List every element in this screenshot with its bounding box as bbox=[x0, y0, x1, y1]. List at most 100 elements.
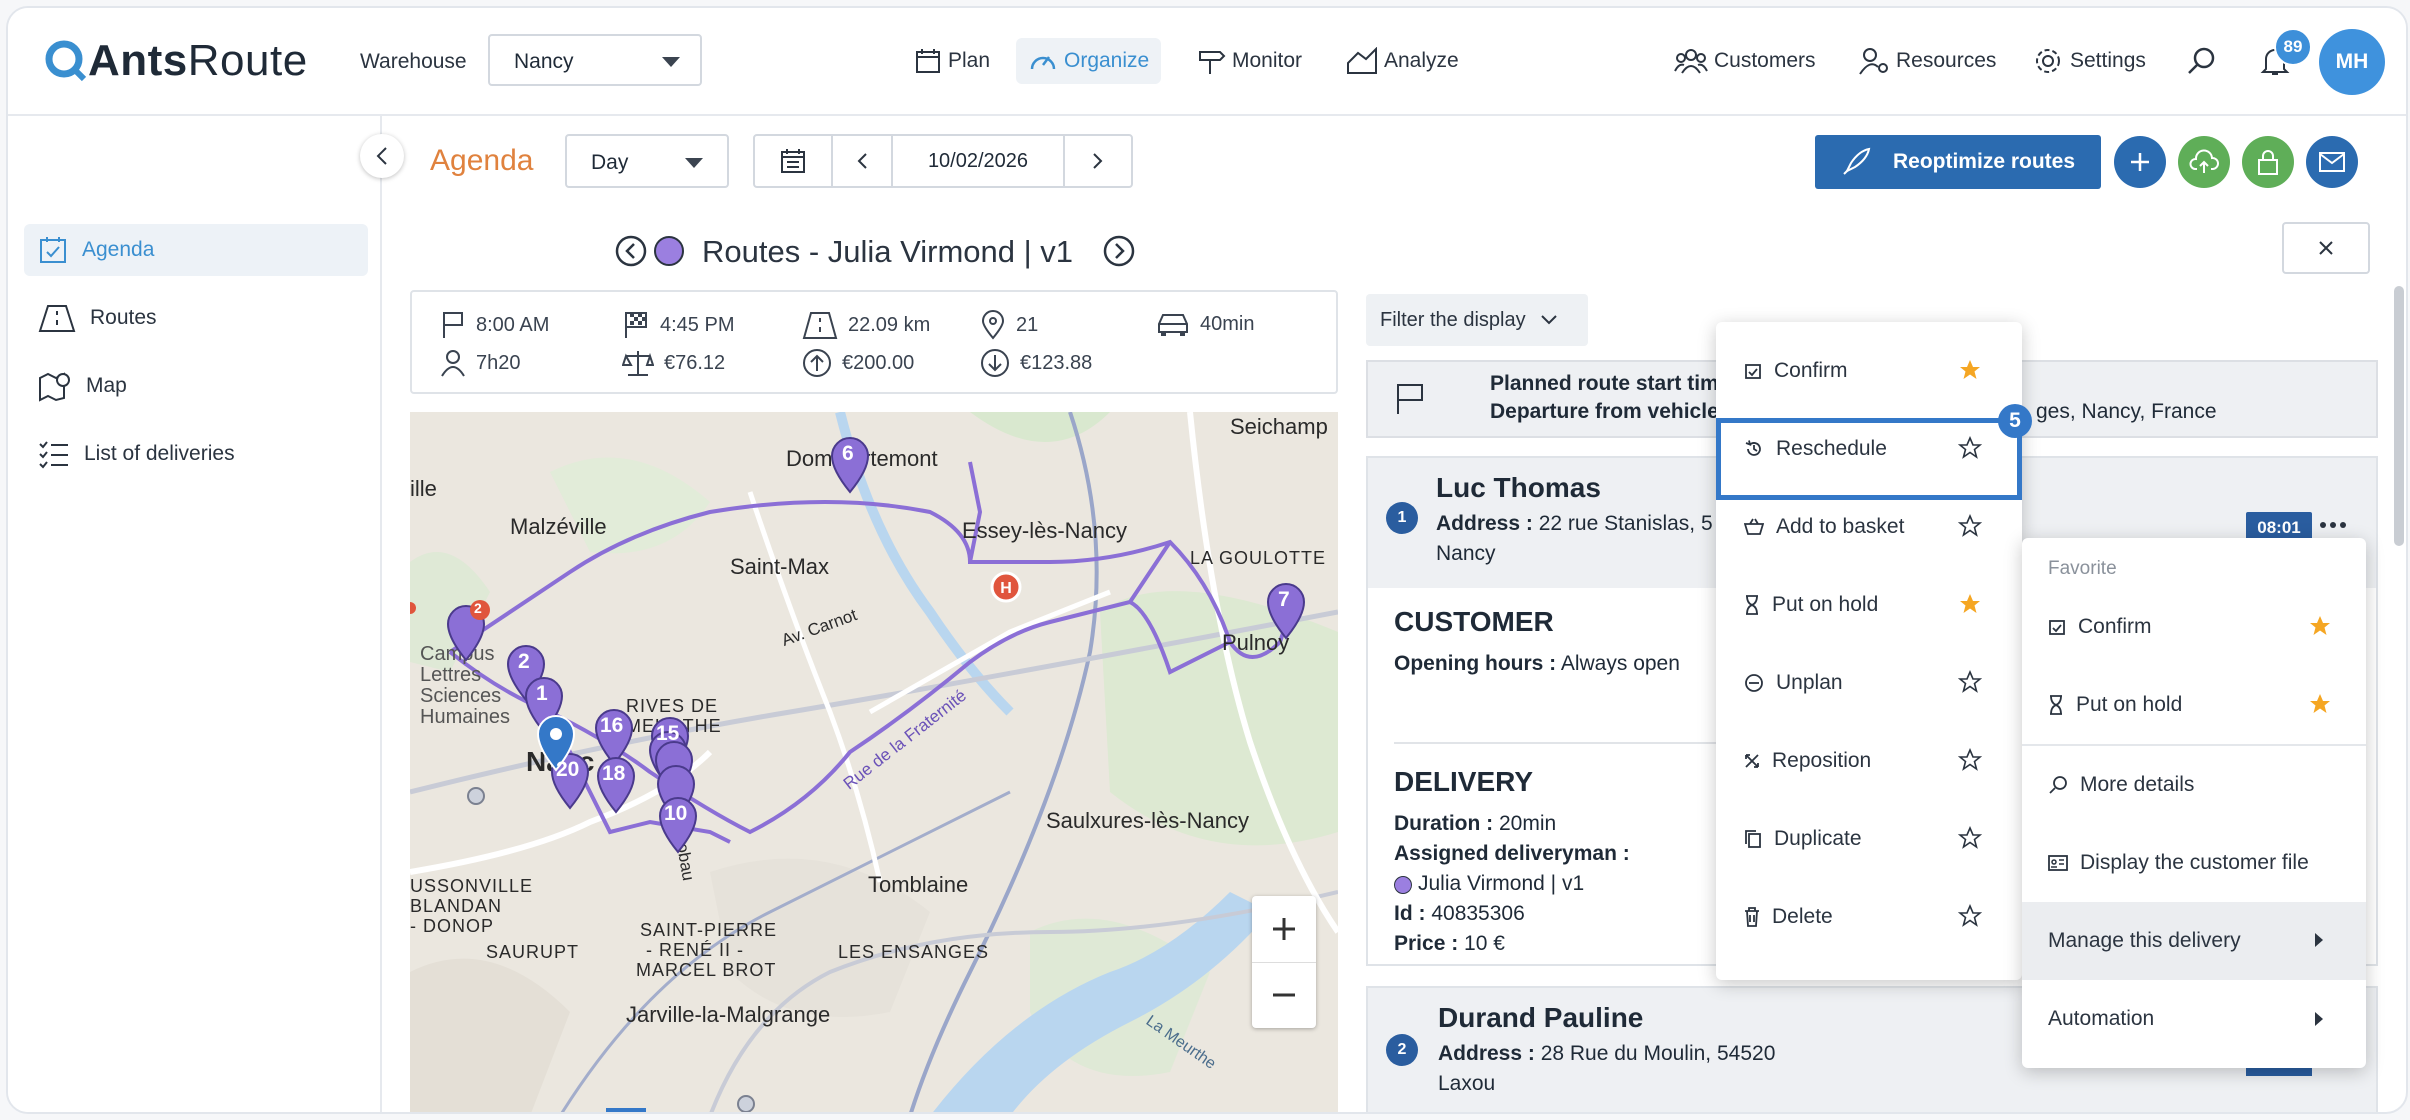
nav-organize[interactable]: Organize bbox=[1016, 38, 1162, 84]
star-filled-icon[interactable] bbox=[1958, 592, 1982, 616]
deliveryman-label: Assigned deliveryman : bbox=[1394, 842, 1630, 865]
zoom-out-button[interactable] bbox=[1252, 962, 1316, 1028]
favorite-header: Favorite bbox=[2048, 558, 2117, 579]
context-item-customer-file[interactable]: Display the customer file bbox=[2022, 828, 2366, 898]
sidebar-item-agenda[interactable]: Agenda bbox=[24, 224, 368, 276]
route-title: Routes - Julia Virmond | v1 bbox=[702, 234, 1074, 269]
chevron-right-icon bbox=[1093, 153, 1103, 169]
sidebar-item-label: Routes bbox=[90, 306, 157, 329]
gear-icon bbox=[2036, 49, 2060, 73]
menu-item-add-to-basket[interactable]: Add to basket bbox=[1716, 492, 2022, 562]
user-avatar[interactable]: MH bbox=[2319, 29, 2385, 95]
opening-hours-value: Always open bbox=[1560, 652, 1680, 675]
location-pin-icon bbox=[981, 310, 1005, 340]
stop-pin-cluster[interactable] bbox=[446, 600, 490, 662]
resources-icon bbox=[1859, 48, 1888, 75]
sidebar-item-list-of-deliveries[interactable]: List of deliveries bbox=[24, 428, 368, 480]
confirm-icon bbox=[2048, 618, 2066, 636]
warehouse-select[interactable]: Nancy bbox=[488, 34, 702, 86]
stat-end-value: 4:45 PM bbox=[660, 313, 735, 336]
previous-route-button[interactable] bbox=[614, 234, 648, 273]
nav-settings[interactable]: Settings bbox=[2032, 38, 2146, 84]
road-icon bbox=[802, 312, 838, 339]
search-button[interactable] bbox=[2186, 38, 2224, 84]
stat-duration: 7h20 bbox=[440, 348, 521, 378]
address-label: Address : bbox=[1436, 512, 1533, 535]
star-outline-icon[interactable] bbox=[1958, 904, 1982, 928]
customer-section-title: CUSTOMER bbox=[1394, 606, 1554, 637]
collapse-sidebar-button[interactable] bbox=[360, 134, 404, 178]
context-item-label: Put on hold bbox=[2076, 693, 2183, 716]
nav-plan[interactable]: Plan bbox=[914, 38, 990, 84]
search-icon bbox=[2188, 47, 2215, 74]
car-icon bbox=[1158, 314, 1188, 336]
person-icon bbox=[441, 350, 465, 377]
next-route-button[interactable] bbox=[1102, 234, 1136, 273]
filter-display-button[interactable]: Filter the display bbox=[1366, 294, 1588, 346]
star-filled-icon[interactable] bbox=[2308, 614, 2332, 638]
menu-item-confirm[interactable]: Confirm bbox=[1716, 336, 2022, 406]
chevron-left-icon bbox=[857, 153, 867, 169]
date-value[interactable]: 10/02/2026 bbox=[893, 136, 1065, 186]
flag-icon bbox=[443, 312, 463, 338]
magnifier-icon bbox=[2048, 775, 2068, 795]
context-item-manage-delivery[interactable]: Manage this delivery bbox=[2022, 902, 2366, 980]
nav-monitor[interactable]: Monitor bbox=[1196, 38, 1302, 84]
context-item-put-on-hold[interactable]: Put on hold bbox=[2022, 670, 2366, 740]
view-select[interactable]: Day bbox=[565, 134, 729, 188]
route-color-dot bbox=[654, 236, 684, 266]
stat-distance: 22.09 km bbox=[802, 310, 930, 340]
menu-item-put-on-hold[interactable]: Put on hold bbox=[1716, 570, 2022, 640]
previous-date-button[interactable] bbox=[833, 136, 893, 186]
zoom-in-button[interactable] bbox=[1252, 896, 1316, 963]
close-route-button[interactable] bbox=[2282, 222, 2370, 274]
sidebar-item-map[interactable]: Map bbox=[24, 360, 368, 412]
lock-button[interactable] bbox=[2242, 136, 2294, 188]
antsroute-logo[interactable]: AntsRoute bbox=[44, 36, 308, 86]
nav-resources-label: Resources bbox=[1896, 49, 1997, 72]
deliveryman-value: Julia Virmond | v1 bbox=[1418, 872, 1585, 895]
sidebar-item-routes[interactable]: Routes bbox=[24, 292, 368, 344]
star-outline-icon[interactable] bbox=[1958, 670, 1982, 694]
next-date-button[interactable] bbox=[1065, 136, 1131, 186]
menu-item-reposition[interactable]: Reposition bbox=[1716, 726, 2022, 796]
pin-label: 1 bbox=[536, 682, 548, 705]
menu-item-label: Confirm bbox=[1774, 359, 1848, 382]
nav-resources[interactable]: Resources bbox=[1858, 38, 1996, 84]
menu-item-unplan[interactable]: Unplan bbox=[1716, 648, 2022, 718]
stat-cost: €76.12 bbox=[622, 348, 725, 378]
price-label: Price : bbox=[1394, 932, 1459, 955]
sidebar-item-label: Map bbox=[86, 374, 127, 397]
route-map[interactable]: H Seichamp Dommartemont ille Malzéville … bbox=[410, 412, 1338, 1112]
panel-scrollbar[interactable] bbox=[2394, 286, 2404, 546]
email-button[interactable] bbox=[2306, 136, 2358, 188]
delivery-context-menu: Favorite Confirm Put on hold More detail… bbox=[2022, 538, 2366, 1068]
star-outline-icon[interactable] bbox=[1958, 514, 1982, 538]
menu-item-delete[interactable]: Delete bbox=[1716, 882, 2022, 952]
address-value: 28 Rue du Moulin, 54520 bbox=[1540, 1042, 1776, 1065]
scale-icon bbox=[622, 351, 654, 376]
calendar-button[interactable] bbox=[755, 136, 833, 186]
cloud-upload-button[interactable] bbox=[2178, 136, 2230, 188]
star-filled-icon[interactable] bbox=[2308, 692, 2332, 716]
chevron-down-icon bbox=[662, 57, 680, 67]
context-item-automation[interactable]: Automation bbox=[2022, 984, 2366, 1054]
add-button[interactable] bbox=[2114, 136, 2166, 188]
context-item-more-details[interactable]: More details bbox=[2022, 750, 2366, 820]
star-filled-icon[interactable] bbox=[1958, 358, 1982, 382]
nav-analyze[interactable]: Analyze bbox=[1346, 38, 1459, 84]
star-outline-icon[interactable] bbox=[1958, 748, 1982, 772]
date-navigator: 10/02/2026 bbox=[753, 134, 1133, 188]
minus-circle-icon bbox=[1744, 673, 1764, 693]
star-outline-icon[interactable] bbox=[1958, 826, 1982, 850]
reoptimize-routes-button[interactable]: Reoptimize routes bbox=[1815, 135, 2101, 189]
nav-customers[interactable]: Customers bbox=[1674, 38, 1816, 84]
sidebar-item-label: Agenda bbox=[82, 238, 155, 261]
confirm-icon bbox=[1744, 362, 1762, 380]
route-start-line1: Planned route start tim bbox=[1490, 372, 1719, 395]
menu-item-duplicate[interactable]: Duplicate bbox=[1716, 804, 2022, 874]
rocket-icon bbox=[1843, 147, 1871, 175]
nav-customers-label: Customers bbox=[1714, 49, 1816, 72]
pin-label: 2 bbox=[518, 650, 530, 673]
context-item-confirm[interactable]: Confirm bbox=[2022, 592, 2366, 662]
